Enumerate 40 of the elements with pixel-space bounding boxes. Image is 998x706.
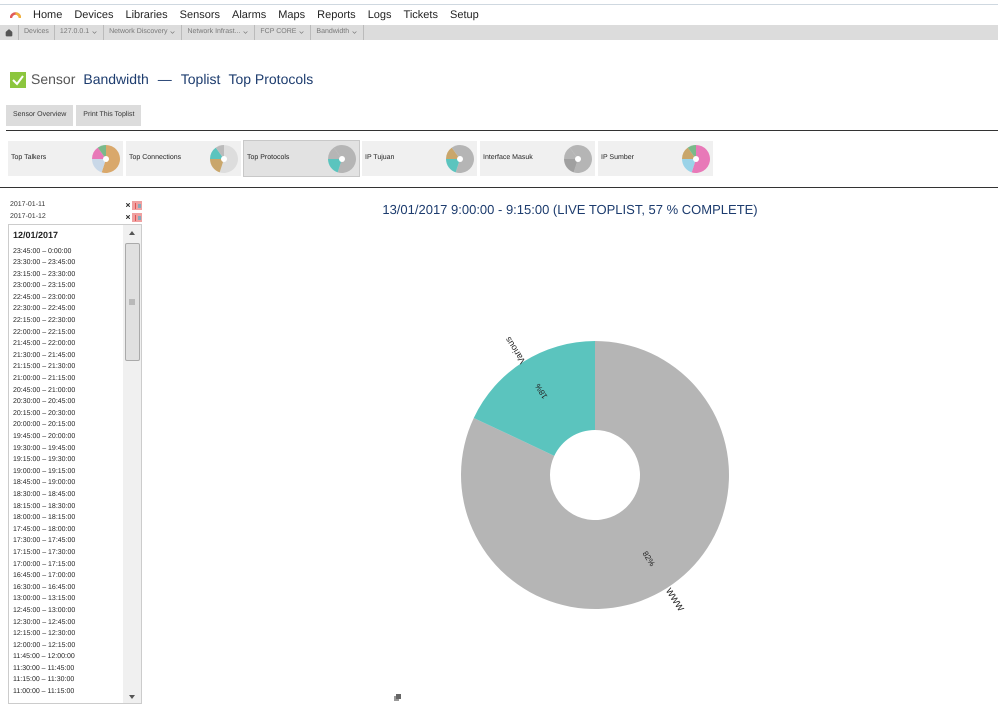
menu-item[interactable]: Reports — [317, 6, 356, 24]
toplist-name: Top Protocols — [228, 70, 314, 89]
caret-icon — [242, 29, 250, 36]
calendar-icon[interactable] — [132, 212, 142, 222]
close-icon[interactable] — [125, 202, 131, 208]
logo-icon[interactable] — [10, 11, 21, 19]
check-icon — [10, 72, 26, 88]
home-icon[interactable] — [5, 28, 13, 36]
pie-chart-icon — [91, 144, 121, 174]
menu-item[interactable]: Setup — [450, 6, 479, 24]
scrollbar[interactable] — [123, 225, 141, 703]
menu-item[interactable]: Libraries — [125, 6, 168, 24]
scroll-down-icon[interactable] — [128, 693, 136, 701]
menu-item[interactable]: Maps — [278, 6, 306, 24]
toplist-label: Toplist — [180, 70, 220, 89]
pie-chart-icon — [209, 144, 239, 174]
chart-icon — [394, 694, 400, 700]
caret-icon — [298, 29, 306, 36]
menu-item[interactable]: Devices — [74, 6, 114, 24]
separator: — — [158, 70, 172, 89]
chart-title: 13/01/2017 9:00:00 - 9:15:00 (LIVE TOPLIST, 57 % COMPLETE) — [382, 201, 758, 219]
pie-chart-icon — [445, 144, 475, 174]
list-date-heading: 12/01/2017 — [13, 229, 60, 242]
scroll-up-icon[interactable] — [128, 229, 136, 237]
scrollbar-thumb[interactable] — [124, 243, 140, 361]
menu-item[interactable]: Tickets — [404, 6, 438, 24]
sensor-label: Sensor — [31, 70, 76, 89]
pie-chart-icon — [563, 144, 593, 174]
caret-icon — [351, 29, 358, 36]
caret-icon — [169, 29, 176, 36]
close-icon[interactable] — [125, 214, 131, 220]
menu-item[interactable]: Alarms — [232, 6, 266, 24]
pie-chart-icon — [327, 144, 357, 174]
pie-chart-icon — [681, 144, 711, 174]
sensor-name: Bandwidth — [83, 70, 149, 89]
caret-icon — [91, 29, 98, 36]
menu-item[interactable]: Sensors — [180, 6, 220, 24]
calendar-icon[interactable] — [132, 200, 142, 210]
menu-item[interactable]: Logs — [368, 6, 392, 24]
menu-item[interactable]: Home — [33, 6, 62, 24]
